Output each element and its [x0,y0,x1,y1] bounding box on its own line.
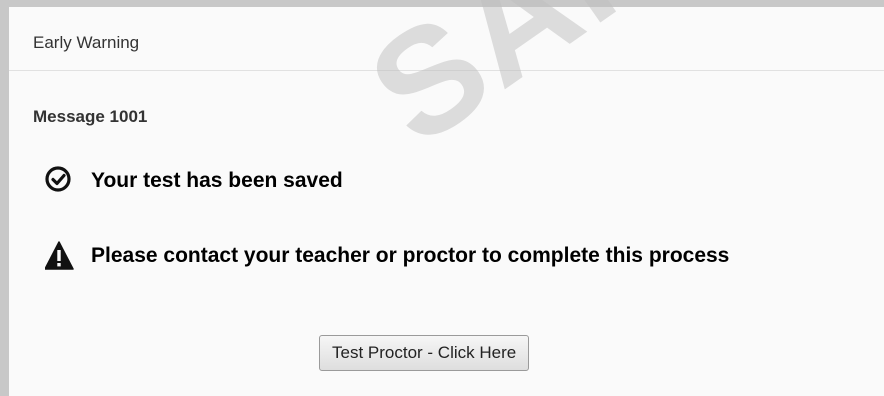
warning-triangle-icon [44,240,77,272]
dialog-header [9,7,884,71]
warning-row: Please contact your teacher or proctor t… [44,240,730,272]
dialog-title: Early Warning [33,33,140,52]
saved-status-row: Your test has been saved [45,165,343,197]
early-warning-dialog: Early Warning Message 1001 Your test has… [9,0,884,396]
test-proctor-button[interactable]: Test Proctor - Click Here [319,335,530,371]
warning-message: Please contact your teacher or proctor t… [91,244,730,267]
message-id: Message 1001 [33,107,148,126]
check-circle-icon [45,165,77,197]
saved-message: Your test has been saved [91,169,343,192]
